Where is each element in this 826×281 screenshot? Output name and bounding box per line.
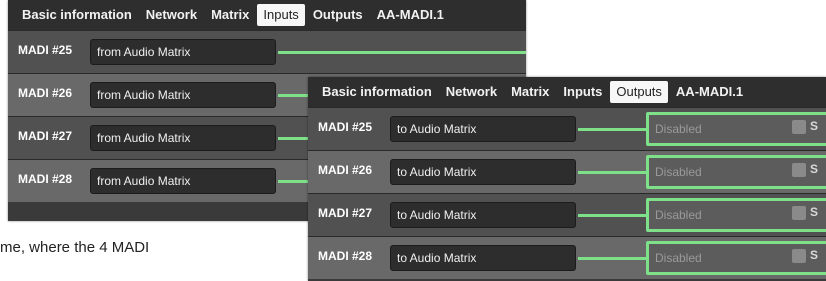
connection-line [278,51,526,54]
caption-text: me, where the 4 MADI [0,239,150,256]
outputs-panel: Basic information Network Matrix Inputs … [308,77,826,281]
enable-checkbox[interactable] [792,206,806,220]
truncated-label: S [810,248,819,262]
channel-label: MADI #26 [18,86,73,100]
tab-network[interactable]: Network [140,4,203,26]
channel-label: MADI #27 [18,129,73,143]
tab-aa-madi-1[interactable]: AA-MADI.1 [670,81,749,103]
channel-label: MADI #28 [318,249,373,263]
channel-label: MADI #25 [18,43,73,57]
connection-line [578,214,648,217]
source-field[interactable]: to Audio Matrix [390,202,576,228]
source-field[interactable]: from Audio Matrix [90,125,276,151]
enable-checkbox[interactable] [792,163,806,177]
channel-row: MADI #28 to Audio Matrix Disabled S [308,236,826,279]
tab-basic-information[interactable]: Basic information [16,4,138,26]
tab-basic-information[interactable]: Basic information [316,81,438,103]
source-field[interactable]: from Audio Matrix [90,82,276,108]
tab-outputs[interactable]: Outputs [610,81,668,103]
source-field[interactable]: to Audio Matrix [390,245,576,271]
channel-label: MADI #25 [318,120,373,134]
connection-line [578,128,648,131]
tab-bar: Basic information Network Matrix Inputs … [8,0,526,30]
enable-checkbox[interactable] [792,120,806,134]
tab-inputs[interactable]: Inputs [557,81,608,103]
channel-label: MADI #27 [318,206,373,220]
tab-inputs[interactable]: Inputs [257,4,305,26]
connection-line [578,171,648,174]
source-field[interactable]: to Audio Matrix [390,159,576,185]
channel-row: MADI #26 to Audio Matrix Disabled S [308,150,826,193]
truncated-label: S [810,162,819,176]
source-field[interactable]: from Audio Matrix [90,168,276,194]
tab-matrix[interactable]: Matrix [505,81,555,103]
tab-bar: Basic information Network Matrix Inputs … [308,77,826,107]
tab-outputs[interactable]: Outputs [307,4,369,26]
connection-line [578,257,648,260]
tab-aa-madi-1[interactable]: AA-MADI.1 [371,4,450,26]
channel-row: MADI #25 from Audio Matrix [8,30,526,73]
channel-row: MADI #27 to Audio Matrix Disabled S [308,193,826,236]
source-field[interactable]: from Audio Matrix [90,39,276,65]
tab-network[interactable]: Network [440,81,503,103]
channel-label: MADI #26 [318,163,373,177]
truncated-label: S [810,119,819,133]
source-field[interactable]: to Audio Matrix [390,116,576,142]
enable-checkbox[interactable] [792,249,806,263]
channel-label: MADI #28 [18,172,73,186]
truncated-label: S [810,205,819,219]
channel-row: MADI #25 to Audio Matrix Disabled S [308,107,826,150]
tab-matrix[interactable]: Matrix [205,4,255,26]
